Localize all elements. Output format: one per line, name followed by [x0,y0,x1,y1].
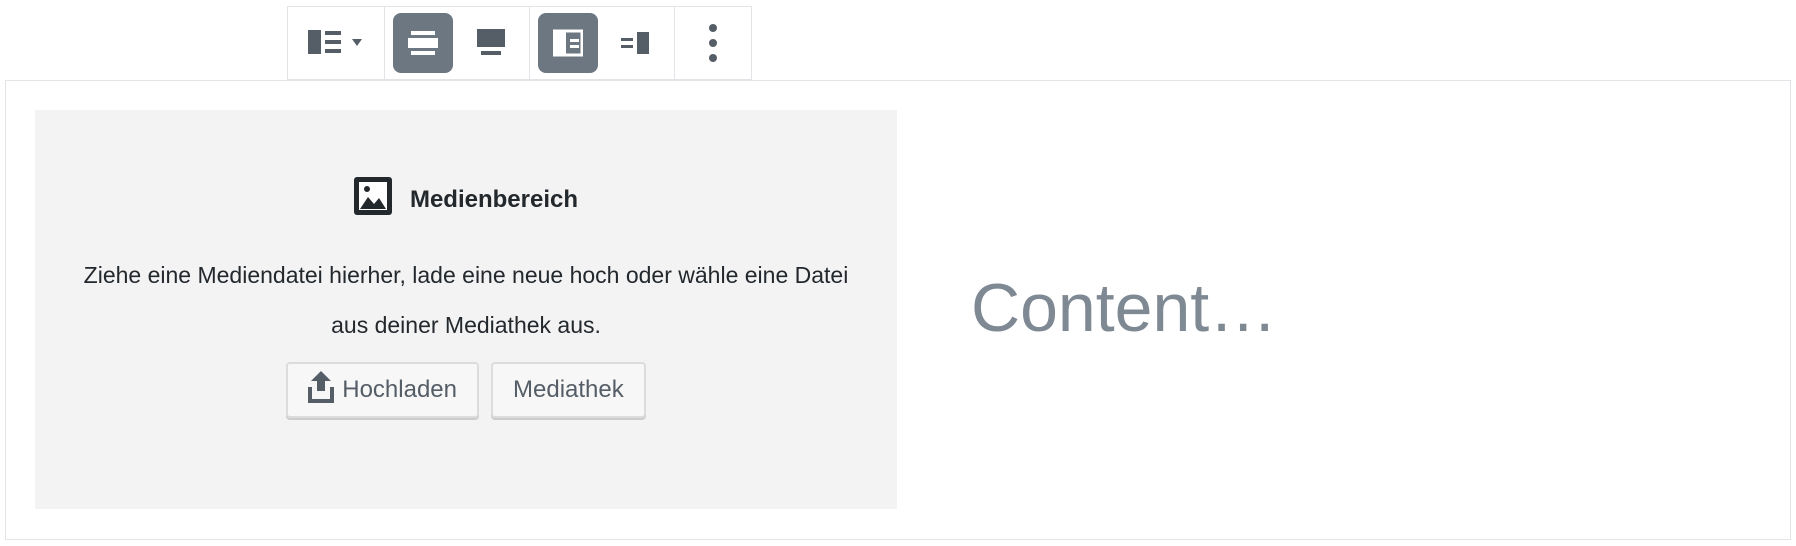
align-wide-button[interactable] [393,13,453,73]
media-text-layout-icon [308,28,364,58]
upload-button-label: Hochladen [342,376,457,403]
toolbar-group-alignment [385,7,530,79]
media-text-block[interactable]: Medienbereich Ziehe eine Mediendatei hie… [5,80,1791,540]
align-full-icon [476,28,506,58]
more-options-icon [708,23,718,63]
toolbar-group-media-position [530,7,675,79]
media-right-button[interactable] [606,13,666,73]
align-full-button[interactable] [461,13,521,73]
media-left-button[interactable] [538,13,598,73]
media-placeholder[interactable]: Medienbereich Ziehe eine Mediendatei hie… [35,110,897,509]
media-placeholder-title: Medienbereich [409,185,579,213]
upload-icon [308,370,335,410]
toolbar-group-layout [288,7,385,79]
media-placeholder-instructions: Ziehe eine Mediendatei hierher, lade ein… [83,262,849,338]
change-block-type-button[interactable] [296,13,376,73]
media-library-button[interactable]: Mediathek [491,362,646,418]
more-options-button[interactable] [683,13,743,73]
media-placeholder-label: Medienbereich [353,177,579,222]
media-right-icon [621,28,651,58]
media-library-button-label: Mediathek [513,376,624,403]
align-wide-icon [408,28,438,58]
image-icon [353,177,392,222]
media-left-icon [553,28,583,58]
block-toolbar [287,6,752,80]
media-placeholder-actions: Hochladen Mediathek [286,362,646,418]
content-placeholder[interactable]: Content… [971,269,1277,347]
upload-button[interactable]: Hochladen [286,362,479,418]
toolbar-group-more [675,7,751,79]
